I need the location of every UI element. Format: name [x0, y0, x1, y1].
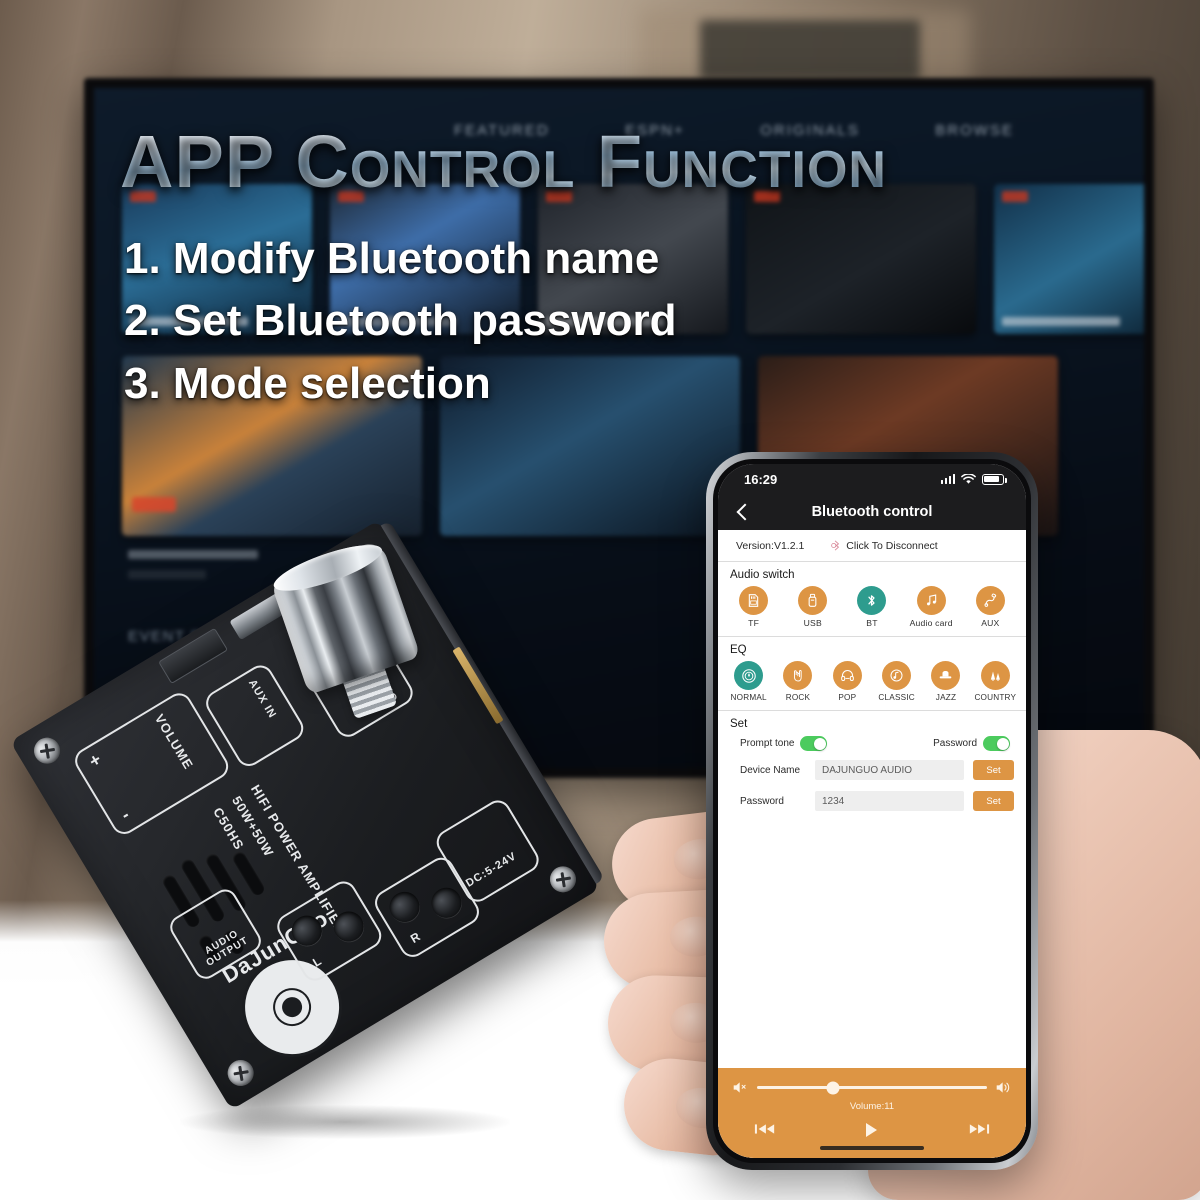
feature-list: 1. Modify Bluetooth name 2. Set Bluetoot… — [124, 228, 944, 415]
sd-card-icon — [739, 586, 769, 615]
volume-row — [718, 1080, 1026, 1095]
device-name-input[interactable]: DAJUNGUO AUDIO — [815, 760, 964, 780]
status-indicators — [940, 473, 1007, 485]
phone-screen: 16:29 Bluetooth control Version:V1.2.1 C… — [718, 464, 1026, 1158]
prompt-tone-toggle[interactable] — [800, 736, 828, 751]
password-input[interactable]: 1234 — [815, 791, 964, 811]
audio-source-usb[interactable]: USB — [785, 586, 841, 628]
classic-note-icon — [882, 661, 912, 690]
jazz-hat-icon — [931, 661, 961, 690]
disconnect-button[interactable]: Click To Disconnect — [804, 539, 938, 552]
eq-preset-label: POP — [838, 693, 857, 702]
home-indicator — [820, 1146, 924, 1150]
player-bar: Volume:11 — [718, 1068, 1026, 1158]
phone-bezel: 16:29 Bluetooth control Version:V1.2.1 C… — [713, 459, 1031, 1163]
cellular-signal-icon — [940, 474, 955, 484]
page-title: APP Control Function — [120, 125, 1050, 199]
audio-source-label: USB — [803, 618, 822, 628]
transport-controls — [718, 1112, 1026, 1139]
eq-preset-pop[interactable]: POP — [824, 661, 871, 702]
audio-source-tf[interactable]: TF — [725, 586, 781, 628]
battery-icon — [982, 473, 1007, 485]
page-title: Bluetooth control — [811, 504, 933, 520]
usb-drive-icon — [798, 586, 828, 615]
device-name-label: Device Name — [740, 764, 801, 776]
previous-track-icon[interactable] — [754, 1121, 776, 1139]
eq-preset-label: NORMAL — [730, 693, 767, 702]
settings-section: Set Prompt tone Password Device Name DAJ… — [718, 711, 1026, 1068]
eq-preset-label: JAZZ — [935, 693, 957, 702]
feature-item: 1. Modify Bluetooth name — [124, 234, 660, 283]
audio-source-label: BT — [866, 618, 878, 628]
volume-slider[interactable] — [757, 1081, 987, 1094]
bluetooth-icon — [857, 586, 887, 615]
normal-target-icon — [734, 661, 764, 690]
device-name-row: Device Name DAJUNGUO AUDIO Set — [718, 760, 1026, 780]
password-toggle-label: Password — [933, 738, 977, 749]
version-row: Version:V1.2.1 Click To Disconnect — [718, 530, 1026, 562]
eq-section: EQ NORMAL ROCK POP CLASSIC JAZZ COUNTRY — [718, 637, 1026, 711]
status-time: 16:29 — [744, 471, 778, 487]
eq-preset-rock[interactable]: ROCK — [774, 661, 821, 702]
audio-source-bt[interactable]: BT — [844, 586, 900, 628]
board-screw — [545, 861, 581, 898]
aux-plug-icon — [975, 586, 1005, 615]
audio-source-aux[interactable]: AUX — [962, 586, 1018, 628]
feature-item: 2. Set Bluetooth password — [124, 296, 677, 346]
password-toggle[interactable] — [983, 736, 1010, 751]
bluetooth-disconnect-icon — [830, 539, 843, 552]
audio-source-label: TF — [748, 618, 760, 628]
volume-value-label: Volume:11 — [849, 1101, 895, 1112]
tv-tile — [994, 184, 1144, 334]
audio-source-audio-card[interactable]: Audio card — [903, 586, 959, 628]
audio-source-label: AUX — [981, 618, 1000, 628]
amplifier-board-photo: VOLUME + - AUX IN USB AUDIO C50HS 50W+50… — [9, 519, 630, 1180]
device-name-set-button[interactable]: Set — [973, 760, 1014, 780]
version-label: Version:V1.2.1 — [736, 539, 805, 552]
next-track-icon[interactable] — [968, 1121, 990, 1139]
board-pin-header — [452, 646, 504, 725]
board-drop-shadow — [180, 1105, 510, 1139]
volume-up-icon[interactable] — [995, 1080, 1012, 1095]
smartphone: 16:29 Bluetooth control Version:V1.2.1 C… — [706, 452, 1038, 1170]
eq-preset-label: COUNTRY — [974, 693, 1017, 702]
eq-preset-classic[interactable]: CLASSIC — [873, 661, 920, 702]
shelf-blur-small — [700, 20, 920, 80]
password-set-button[interactable]: Set — [973, 791, 1014, 811]
password-label: Password — [740, 795, 784, 807]
eq-title: EQ — [730, 644, 747, 656]
app-content: Version:V1.2.1 Click To Disconnect Audio… — [718, 530, 1026, 1158]
eq-preset-jazz[interactable]: JAZZ — [922, 661, 969, 702]
toggles-row: Prompt tone Password — [718, 736, 1026, 751]
eq-preset-label: CLASSIC — [878, 693, 915, 702]
app-navbar: Bluetooth control — [718, 494, 1026, 530]
play-icon[interactable] — [861, 1121, 883, 1139]
prompt-tone-label: Prompt tone — [740, 738, 795, 749]
back-chevron-icon[interactable] — [734, 504, 750, 520]
audio-source-label: Audio card — [909, 618, 953, 628]
tv-meta-line — [128, 550, 258, 559]
eq-preset-label: ROCK — [785, 693, 811, 702]
country-trees-icon — [980, 661, 1010, 690]
status-bar: 16:29 — [718, 464, 1026, 494]
audio-switch-section: Audio switch TF USB BT Audio card AUX — [718, 562, 1026, 637]
audio-switch-row: TF USB BT Audio card AUX — [718, 584, 1026, 628]
rock-hand-icon — [783, 661, 813, 690]
board-screw — [29, 732, 65, 769]
music-note-icon — [916, 586, 946, 615]
board-screw — [222, 1055, 259, 1091]
eq-row: NORMAL ROCK POP CLASSIC JAZZ COUNTRY — [718, 659, 1026, 702]
volume-slider-handle[interactable] — [826, 1081, 840, 1094]
disconnect-label: Click To Disconnect — [846, 539, 938, 552]
eq-preset-country[interactable]: COUNTRY — [972, 661, 1019, 702]
audio-switch-title: Audio switch — [730, 569, 795, 581]
feature-item: 3. Mode selection — [124, 358, 491, 408]
volume-mute-icon[interactable] — [732, 1080, 749, 1095]
headphones-icon — [832, 661, 862, 690]
settings-title: Set — [730, 718, 748, 730]
aux-connector — [158, 627, 229, 685]
eq-preset-normal[interactable]: NORMAL — [725, 661, 772, 702]
password-row: Password 1234 Set — [718, 791, 1026, 811]
wifi-icon — [961, 473, 976, 484]
